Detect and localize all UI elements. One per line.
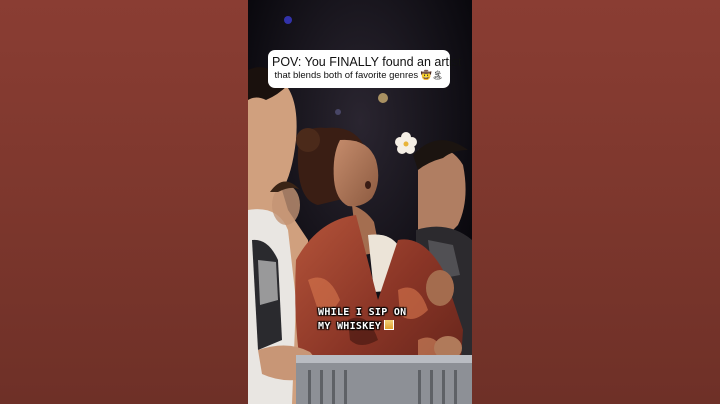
island-emoji-icon: 🏝 xyxy=(432,70,444,80)
caption-bottom-line-2: MY WHISKEY xyxy=(318,320,407,334)
shorts-frame: POV: You FINALLY found an artist that bl… xyxy=(0,0,720,404)
blurred-side-panel-right xyxy=(472,0,720,404)
video-frame[interactable]: POV: You FINALLY found an artist that bl… xyxy=(248,0,472,404)
caption-line-2-text: that blends both of favorite genres xyxy=(274,70,419,81)
whiskey-glass-icon xyxy=(384,320,395,330)
caption-bottom-line-1: WHILE I SIP ON xyxy=(318,307,407,318)
cowboy-emoji-icon: 🤠 xyxy=(420,70,433,80)
caption-line-1: POV: You FINALLY found an artist xyxy=(272,55,462,69)
caption-line-2: that blends both of favorite genres 🤠🏝 xyxy=(272,69,446,82)
caption-bottom-line-2-text: MY WHISKEY xyxy=(318,321,382,332)
caption-overlay-bottom: WHILE I SIP ON MY WHISKEY xyxy=(318,306,407,334)
blurred-side-panel-left xyxy=(0,0,248,404)
caption-overlay-top: POV: You FINALLY found an artist that bl… xyxy=(268,50,462,88)
